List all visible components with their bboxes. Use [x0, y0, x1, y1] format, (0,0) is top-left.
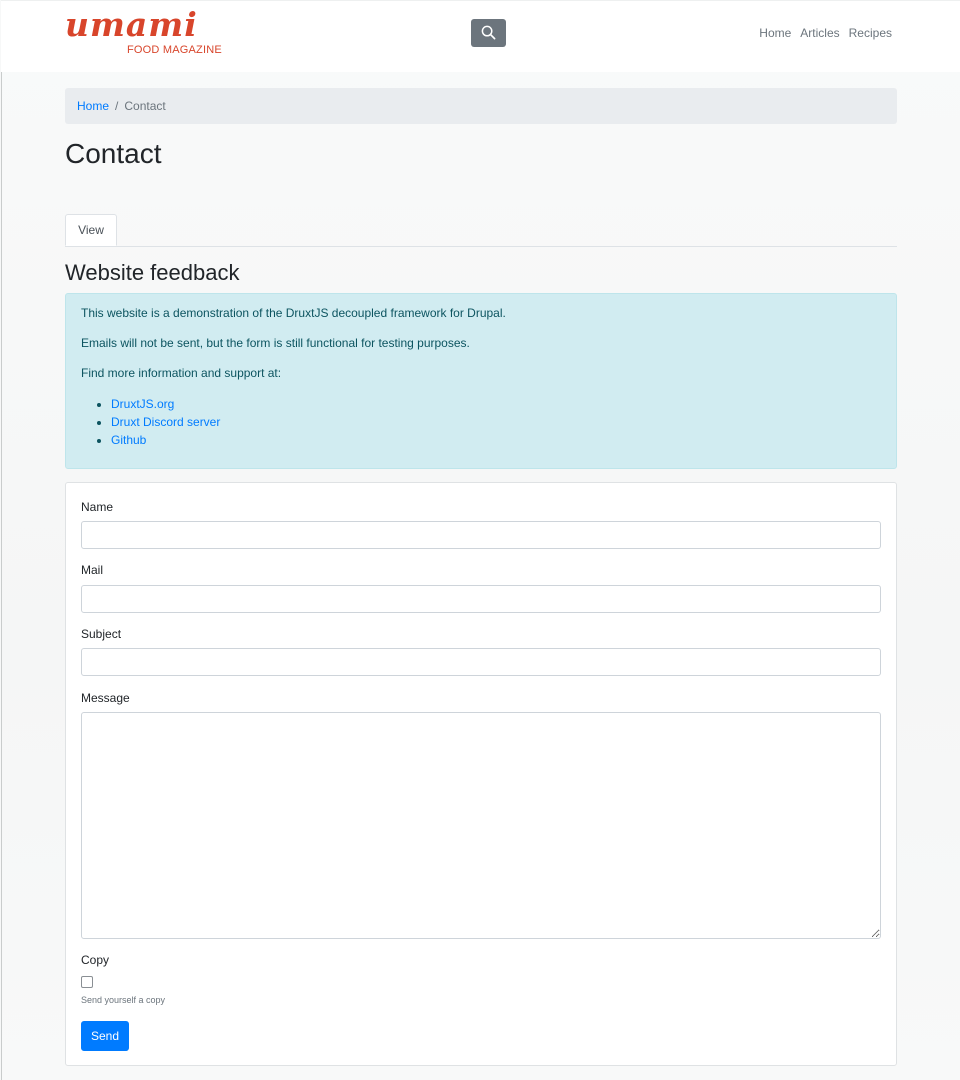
send-button[interactable]: Send: [81, 1021, 129, 1051]
tab-view[interactable]: View: [65, 214, 117, 246]
logo-tagline: FOOD MAGAZINE: [127, 44, 222, 56]
discord-link[interactable]: Druxt Discord server: [111, 415, 220, 429]
site-logo[interactable]: umami FOOD MAGAZINE: [65, 7, 223, 59]
logo-wordmark: umami: [65, 5, 198, 44]
info-alert: This website is a demonstration of the D…: [65, 293, 897, 469]
local-tabs: View: [65, 214, 897, 247]
copy-help-text: Send yourself a copy: [81, 995, 166, 1005]
breadcrumb: Home / Contact: [65, 88, 897, 124]
search-icon: [481, 25, 496, 40]
breadcrumb-home-link[interactable]: Home: [77, 99, 109, 113]
copy-label: Copy: [81, 953, 110, 967]
nav-articles-link[interactable]: Articles: [800, 25, 839, 41]
github-link[interactable]: Github: [111, 433, 146, 447]
alert-text-demo: This website is a demonstration of the D…: [81, 306, 506, 320]
support-links-list: DruxtJS.org Druxt Discord server Github: [81, 395, 881, 449]
breadcrumb-current: Contact: [124, 99, 166, 113]
nav-recipes-link[interactable]: Recipes: [849, 25, 892, 41]
list-item: Druxt Discord server: [111, 413, 881, 431]
mail-label: Mail: [81, 563, 104, 577]
list-item: Github: [111, 431, 881, 449]
contact-form: Name Mail Subject Message Copy Send your…: [65, 482, 897, 1066]
search-button[interactable]: [471, 19, 506, 47]
message-field[interactable]: [81, 712, 881, 939]
name-label: Name: [81, 500, 114, 514]
subject-field[interactable]: [81, 648, 881, 676]
alert-text-support: Find more information and support at:: [81, 366, 282, 380]
druxtjs-link[interactable]: DruxtJS.org: [111, 397, 174, 411]
page-title: Contact: [65, 138, 162, 169]
alert-text-emails: Emails will not be sent, but the form is…: [81, 336, 470, 350]
top-navbar: umami FOOD MAGAZINE Home Articles Recipe…: [1, 0, 960, 72]
nav-home-link[interactable]: Home: [759, 25, 791, 41]
copy-checkbox[interactable]: [81, 976, 93, 988]
list-item: DruxtJS.org: [111, 395, 881, 413]
subject-label: Subject: [81, 627, 122, 641]
main-nav: Home Articles Recipes: [759, 25, 892, 41]
form-title: Website feedback: [65, 260, 240, 285]
breadcrumb-separator: /: [115, 99, 119, 113]
mail-field[interactable]: [81, 585, 881, 613]
name-field[interactable]: [81, 521, 881, 549]
message-label: Message: [81, 691, 130, 705]
